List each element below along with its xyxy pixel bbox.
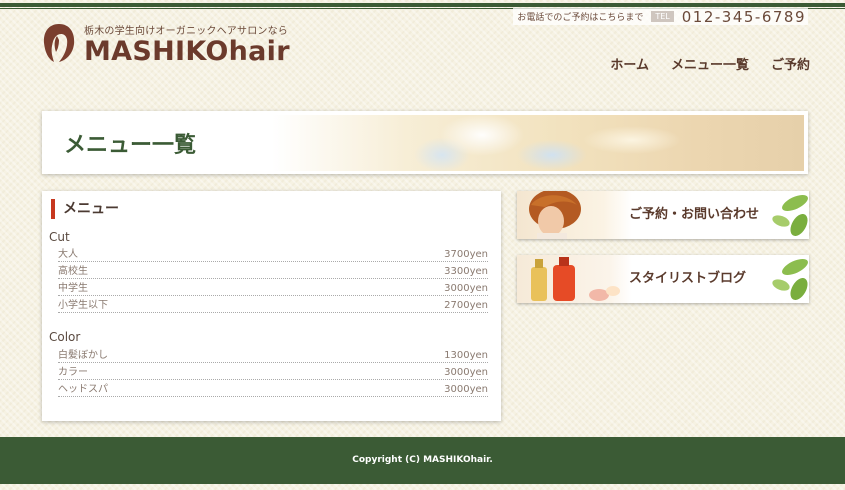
menu-row: 高校生 3300yen bbox=[58, 263, 488, 279]
menu-item-price: 2700yen bbox=[444, 300, 488, 311]
menu-item-price: 3300yen bbox=[444, 266, 488, 277]
reservation-contact-banner[interactable]: ご予約・お問い合わせ bbox=[517, 191, 809, 239]
tel-badge: TEL bbox=[651, 11, 674, 22]
menu-row: 大人 3700yen bbox=[58, 246, 488, 262]
leaf-icon bbox=[772, 258, 808, 300]
leaf-icon bbox=[772, 194, 808, 236]
banner-flower-image bbox=[272, 115, 804, 171]
menu-item-name: 高校生 bbox=[58, 266, 88, 277]
contact-info: お電話でのご予約はこちらまで TEL 012-345-6789 bbox=[513, 8, 808, 26]
menu-item-name: 白髪ぼかし bbox=[58, 350, 108, 361]
menu-item-price: 3000yen bbox=[444, 384, 488, 395]
contact-note: お電話でのご予約はこちらまで bbox=[517, 13, 644, 23]
menu-heading: メニュー bbox=[51, 199, 119, 219]
woman-silhouette-icon bbox=[43, 24, 75, 62]
top-border-bar bbox=[0, 3, 845, 7]
menu-item-name: カラー bbox=[58, 367, 88, 378]
category-title-color: Color bbox=[49, 330, 81, 344]
site-title[interactable]: MASHIKOhair bbox=[84, 36, 290, 67]
nav-item-home[interactable]: ホーム bbox=[610, 54, 649, 73]
nav-item-reservation[interactable]: ご予約 bbox=[771, 54, 810, 73]
menu-row: 白髪ぼかし 1300yen bbox=[58, 347, 488, 363]
menu-item-name: ヘッドスパ bbox=[58, 384, 108, 395]
phone-number[interactable]: 012-345-6789 bbox=[682, 8, 806, 26]
reservation-contact-label: ご予約・お問い合わせ bbox=[629, 207, 760, 222]
category-title-cut: Cut bbox=[49, 230, 70, 244]
menu-row: ヘッドスパ 3000yen bbox=[58, 381, 488, 397]
menu-item-price: 1300yen bbox=[444, 350, 488, 361]
stylist-blog-label: スタイリストブログ bbox=[629, 271, 747, 286]
stylist-photo-icon bbox=[517, 191, 632, 239]
menu-item-price: 3700yen bbox=[444, 249, 488, 260]
copyright-text: Copyright (C) MASHIKOhair. bbox=[352, 455, 493, 465]
nav-item-menu-list[interactable]: メニュー一覧 bbox=[671, 54, 749, 73]
menu-item-price: 3000yen bbox=[444, 367, 488, 378]
menu-item-name: 大人 bbox=[58, 249, 78, 260]
page-title: メニュー一覧 bbox=[64, 133, 197, 158]
menu-row: カラー 3000yen bbox=[58, 364, 488, 380]
page-banner: メニュー一覧 bbox=[42, 111, 808, 174]
menu-panel: メニュー Cut 大人 3700yen 高校生 3300yen 中学生 3000… bbox=[42, 191, 501, 421]
hair-product-bottles-icon bbox=[517, 255, 632, 303]
menu-row: 中学生 3000yen bbox=[58, 280, 488, 296]
menu-item-name: 中学生 bbox=[58, 283, 88, 294]
stylist-blog-banner[interactable]: スタイリストブログ bbox=[517, 255, 809, 303]
menu-row: 小学生以下 2700yen bbox=[58, 297, 488, 313]
menu-item-price: 3000yen bbox=[444, 283, 488, 294]
site-tagline: 栃木の学生向けオーガニックヘアサロンなら bbox=[84, 26, 288, 37]
site-footer: Copyright (C) MASHIKOhair. bbox=[0, 437, 845, 484]
main-nav: ホーム メニュー一覧 ご予約 bbox=[610, 54, 810, 73]
menu-item-name: 小学生以下 bbox=[58, 300, 108, 311]
